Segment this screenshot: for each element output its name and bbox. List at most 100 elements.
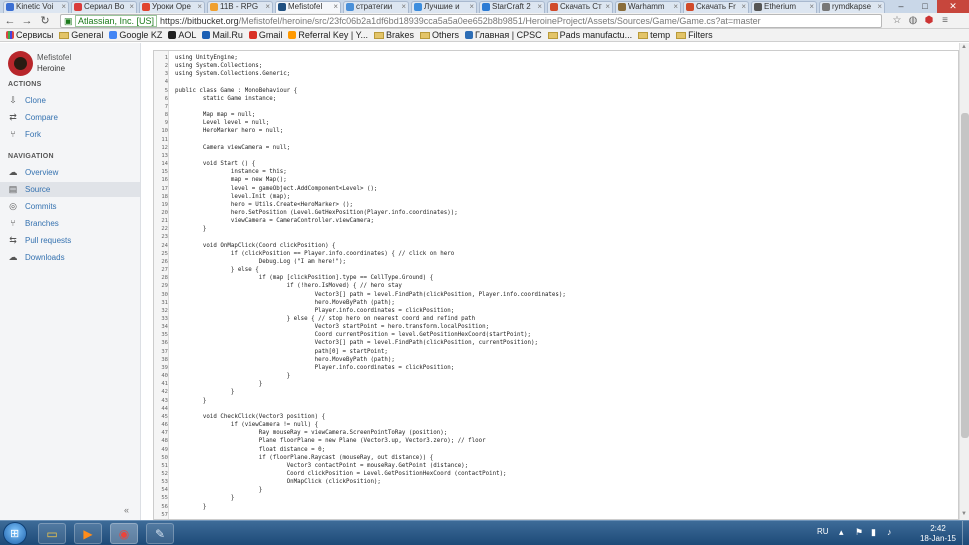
minimize-icon[interactable]: – <box>889 0 913 13</box>
maximize-icon[interactable]: □ <box>913 0 937 13</box>
bookmark-item[interactable]: Google KZ <box>109 29 162 41</box>
line-number[interactable]: 38 <box>154 356 169 364</box>
line-number[interactable]: 47 <box>154 429 169 437</box>
network-icon[interactable]: ▮ <box>871 527 881 537</box>
line-number[interactable]: 32 <box>154 307 169 315</box>
browser-tab[interactable]: Kinetic Voi × <box>3 1 69 13</box>
line-number[interactable]: 51 <box>154 462 169 470</box>
line-number[interactable]: 10 <box>154 127 169 135</box>
bookmark-item[interactable]: Сервисы <box>6 29 53 41</box>
line-number[interactable]: 19 <box>154 201 169 209</box>
line-number[interactable]: 20 <box>154 209 169 217</box>
line-number[interactable]: 33 <box>154 315 169 323</box>
browser-tab[interactable]: стратегии × <box>343 1 409 13</box>
line-number[interactable]: 49 <box>154 446 169 454</box>
line-number[interactable]: 25 <box>154 250 169 258</box>
language-indicator[interactable]: RU <box>817 527 829 536</box>
bookmark-item[interactable]: General <box>59 29 103 41</box>
line-number[interactable]: 53 <box>154 478 169 486</box>
close-tab-icon[interactable]: × <box>61 2 66 12</box>
start-button[interactable]: ⊞ <box>3 522 27 545</box>
line-number[interactable]: 7 <box>154 103 169 111</box>
line-number[interactable]: 45 <box>154 413 169 421</box>
line-number[interactable]: 2 <box>154 62 169 70</box>
line-number[interactable]: 29 <box>154 282 169 290</box>
bookmark-item[interactable]: AOL <box>168 29 196 41</box>
line-number[interactable]: 22 <box>154 225 169 233</box>
browser-tab[interactable]: Уроки Оре × <box>139 1 205 13</box>
close-tab-icon[interactable]: × <box>401 2 406 12</box>
close-tab-icon[interactable]: × <box>741 2 746 12</box>
line-number[interactable]: 4 <box>154 78 169 86</box>
close-tab-icon[interactable]: × <box>877 2 882 12</box>
line-number[interactable]: 15 <box>154 168 169 176</box>
bookmark-item[interactable]: Gmail <box>248 29 282 41</box>
line-number[interactable]: 42 <box>154 388 169 396</box>
explorer-icon[interactable]: ▭ <box>38 523 66 544</box>
browser-tab[interactable]: Скачать Ст × <box>547 1 613 13</box>
line-number[interactable]: 24 <box>154 242 169 250</box>
tool-icon[interactable]: ✎ <box>146 523 174 544</box>
line-number[interactable]: 27 <box>154 266 169 274</box>
sidebar-item-source[interactable]: ▤ Source <box>0 182 140 197</box>
scrollbar-thumb[interactable] <box>961 113 969 438</box>
scroll-up-icon[interactable]: ▲ <box>961 44 967 50</box>
bookmark-item[interactable]: Filters <box>676 29 713 41</box>
volume-icon[interactable]: ♪ <box>887 527 897 537</box>
line-number[interactable]: 5 <box>154 87 169 95</box>
line-number[interactable]: 21 <box>154 217 169 225</box>
line-number[interactable]: 17 <box>154 185 169 193</box>
browser-tab[interactable]: Warhamm × <box>615 1 681 13</box>
sidebar-item-compare[interactable]: ⇄ Compare <box>0 110 140 125</box>
bookmark-item[interactable]: Referral Key | Y... <box>288 29 368 41</box>
line-number[interactable]: 36 <box>154 339 169 347</box>
line-number[interactable]: 54 <box>154 486 169 494</box>
line-number[interactable]: 50 <box>154 454 169 462</box>
line-number[interactable]: 26 <box>154 258 169 266</box>
address-bar[interactable]: ▣ Atlassian, Inc. [US] https://bitbucket.… <box>60 14 882 28</box>
browser-tab[interactable]: 11B - RPG × <box>207 1 273 13</box>
sidebar-item-overview[interactable]: ☁ Overview <box>0 165 140 180</box>
bookmark-item[interactable]: temp <box>638 29 670 41</box>
line-number[interactable]: 1 <box>154 54 169 62</box>
line-number[interactable]: 41 <box>154 380 169 388</box>
extension-icon[interactable]: ◍ <box>906 14 920 28</box>
line-number[interactable]: 48 <box>154 437 169 445</box>
system-clock[interactable]: 2:42 18-Jan-15 <box>917 524 959 544</box>
repo-avatar[interactable] <box>8 51 33 76</box>
close-tab-icon[interactable]: × <box>809 2 814 12</box>
flag-icon[interactable]: ⚑ <box>855 527 865 537</box>
line-number[interactable]: 23 <box>154 233 169 241</box>
close-tab-icon[interactable]: × <box>537 2 542 12</box>
line-number[interactable]: 9 <box>154 119 169 127</box>
sidebar-item-branches[interactable]: ⑂ Branches <box>0 216 140 231</box>
close-window-icon[interactable]: ✕ <box>937 0 969 13</box>
line-number[interactable]: 14 <box>154 160 169 168</box>
abp-icon[interactable]: ⬢ <box>922 14 936 28</box>
line-number[interactable]: 3 <box>154 70 169 78</box>
bookmark-item[interactable]: Others <box>419 29 459 41</box>
line-number[interactable]: 18 <box>154 193 169 201</box>
menu-icon[interactable]: ≡ <box>938 14 952 28</box>
line-number[interactable]: 37 <box>154 348 169 356</box>
sidebar-item-commits[interactable]: ◎ Commits <box>0 199 140 214</box>
bookmark-item[interactable]: Mail.Ru <box>202 29 243 41</box>
back-icon[interactable]: ← <box>3 14 17 28</box>
media-player-icon[interactable]: ▶ <box>74 523 102 544</box>
close-tab-icon[interactable]: × <box>129 2 134 12</box>
line-number[interactable]: 12 <box>154 144 169 152</box>
close-tab-icon[interactable]: × <box>673 2 678 12</box>
line-number[interactable]: 13 <box>154 152 169 160</box>
sidebar-item-fork[interactable]: ⑂ Fork <box>0 127 140 142</box>
bookmark-item[interactable]: Brakes <box>373 29 414 41</box>
browser-tab[interactable]: Скачать Fr × <box>683 1 749 13</box>
browser-tab[interactable]: Лучшие и × <box>411 1 477 13</box>
line-number[interactable]: 46 <box>154 421 169 429</box>
line-number[interactable]: 52 <box>154 470 169 478</box>
show-desktop-button[interactable] <box>962 521 969 545</box>
star-icon[interactable]: ☆ <box>890 14 904 28</box>
line-number[interactable]: 28 <box>154 274 169 282</box>
bookmark-item[interactable]: Pads manufactu... <box>547 29 632 41</box>
close-tab-icon[interactable]: × <box>265 2 270 12</box>
close-tab-icon[interactable]: × <box>197 2 202 12</box>
